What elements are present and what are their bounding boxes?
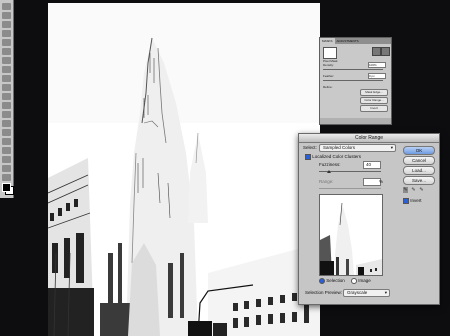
eraser-tool-icon[interactable] xyxy=(2,93,11,100)
selection-preview-dropdown[interactable]: Grayscale ▾ xyxy=(343,289,390,297)
masks-panel: MASKS ADJUSTMENTS Pixel Mask Density: 10… xyxy=(319,37,392,125)
selection-label: Selection xyxy=(326,278,345,284)
lasso-tool-icon[interactable] xyxy=(2,21,11,28)
chevron-down-icon: ▾ xyxy=(390,145,393,150)
pixel-mask-icon[interactable] xyxy=(372,47,381,56)
localized-clusters-option[interactable]: Localized Color Clusters xyxy=(305,154,361,160)
pen-tool-icon[interactable] xyxy=(2,129,11,136)
ok-button[interactable]: OK xyxy=(403,146,435,155)
invert-button[interactable]: Invert xyxy=(360,105,388,112)
crop-tool-icon[interactable] xyxy=(2,39,11,46)
dialog-title: Color Range xyxy=(299,134,439,143)
selection-preview-thumbnail xyxy=(319,194,383,276)
history-brush-tool-icon[interactable] xyxy=(2,84,11,91)
masks-panel-footer xyxy=(320,118,391,124)
mask-edge-button[interactable]: Mask Edge... xyxy=(360,89,388,96)
masks-panel-tabs: MASKS ADJUSTMENTS xyxy=(320,38,391,44)
gradient-tool-icon[interactable] xyxy=(2,102,11,109)
type-tool-icon[interactable] xyxy=(2,138,11,145)
range-label: Range: xyxy=(319,179,334,184)
select-label: Select: xyxy=(303,145,317,150)
range-unit: % xyxy=(379,179,384,184)
save-button[interactable]: Save... xyxy=(403,176,435,185)
fuzziness-label: Fuzziness: xyxy=(319,162,341,167)
feather-field[interactable]: 0 px xyxy=(368,73,386,79)
marquee-tool-icon[interactable] xyxy=(2,12,11,19)
select-value: Sampled Colors xyxy=(323,145,356,150)
foreground-color-swatch[interactable] xyxy=(2,183,11,192)
select-dropdown[interactable]: Sampled Colors ▾ xyxy=(319,144,396,152)
eyedropper-plus-icon[interactable]: ✎ xyxy=(411,187,416,193)
zoom-tool-icon[interactable] xyxy=(2,174,11,181)
selection-radio[interactable] xyxy=(319,278,325,284)
range-slider[interactable] xyxy=(319,188,381,189)
invert-option[interactable]: Invert xyxy=(403,198,422,204)
eyedropper-minus-icon[interactable]: ✎ xyxy=(419,187,424,193)
healing-brush-tool-icon[interactable] xyxy=(2,57,11,64)
image-radio[interactable] xyxy=(351,278,357,284)
eyedropper-icon[interactable]: ✎ xyxy=(403,187,408,193)
vector-mask-icon[interactable] xyxy=(381,47,390,56)
move-tool-icon[interactable] xyxy=(2,3,11,10)
blur-tool-icon[interactable] xyxy=(2,111,11,118)
density-label: Density: xyxy=(323,63,334,67)
cancel-button[interactable]: Cancel xyxy=(403,156,435,165)
feather-slider[interactable] xyxy=(323,80,383,81)
invert-checkbox[interactable] xyxy=(403,198,409,204)
fuzziness-slider-thumb[interactable] xyxy=(327,170,331,173)
refine-label: Refine: xyxy=(323,85,333,89)
tab-masks[interactable]: MASKS xyxy=(320,38,335,44)
path-select-tool-icon[interactable] xyxy=(2,147,11,154)
selection-preview-label: Selection Preview: xyxy=(305,290,343,295)
color-range-dialog: Color Range Select: Sampled Colors ▾ Loc… xyxy=(298,133,440,305)
cathedral-mask-image xyxy=(48,3,320,336)
color-range-button[interactable]: Color Range... xyxy=(360,97,388,104)
image-radio-option[interactable]: Image xyxy=(351,278,371,284)
feather-label: Feather: xyxy=(323,74,335,78)
preview-image xyxy=(320,195,382,275)
tools-palette xyxy=(0,0,14,198)
quick-select-tool-icon[interactable] xyxy=(2,30,11,37)
selection-preview-value: Grayscale xyxy=(347,290,368,295)
fuzziness-field[interactable]: 40 xyxy=(363,161,381,169)
density-slider[interactable] xyxy=(323,69,383,70)
tab-adjustments[interactable]: ADJUSTMENTS xyxy=(335,38,361,44)
eyedropper-tool-icon[interactable] xyxy=(2,48,11,55)
brush-tool-icon[interactable] xyxy=(2,66,11,73)
selection-radio-option[interactable]: Selection xyxy=(319,278,345,284)
clone-stamp-tool-icon[interactable] xyxy=(2,75,11,82)
load-button[interactable]: Load... xyxy=(403,166,435,175)
chevron-down-icon: ▾ xyxy=(384,290,387,295)
mask-thumbnail[interactable] xyxy=(323,47,337,59)
density-field[interactable]: 100% xyxy=(368,62,386,68)
document-canvas[interactable] xyxy=(48,3,320,336)
hand-tool-icon[interactable] xyxy=(2,165,11,172)
image-label: Image xyxy=(358,278,371,284)
shape-tool-icon[interactable] xyxy=(2,156,11,163)
dodge-tool-icon[interactable] xyxy=(2,120,11,127)
localized-clusters-checkbox[interactable] xyxy=(305,154,311,160)
localized-clusters-label: Localized Color Clusters xyxy=(312,154,362,160)
invert-label: Invert xyxy=(410,198,422,204)
